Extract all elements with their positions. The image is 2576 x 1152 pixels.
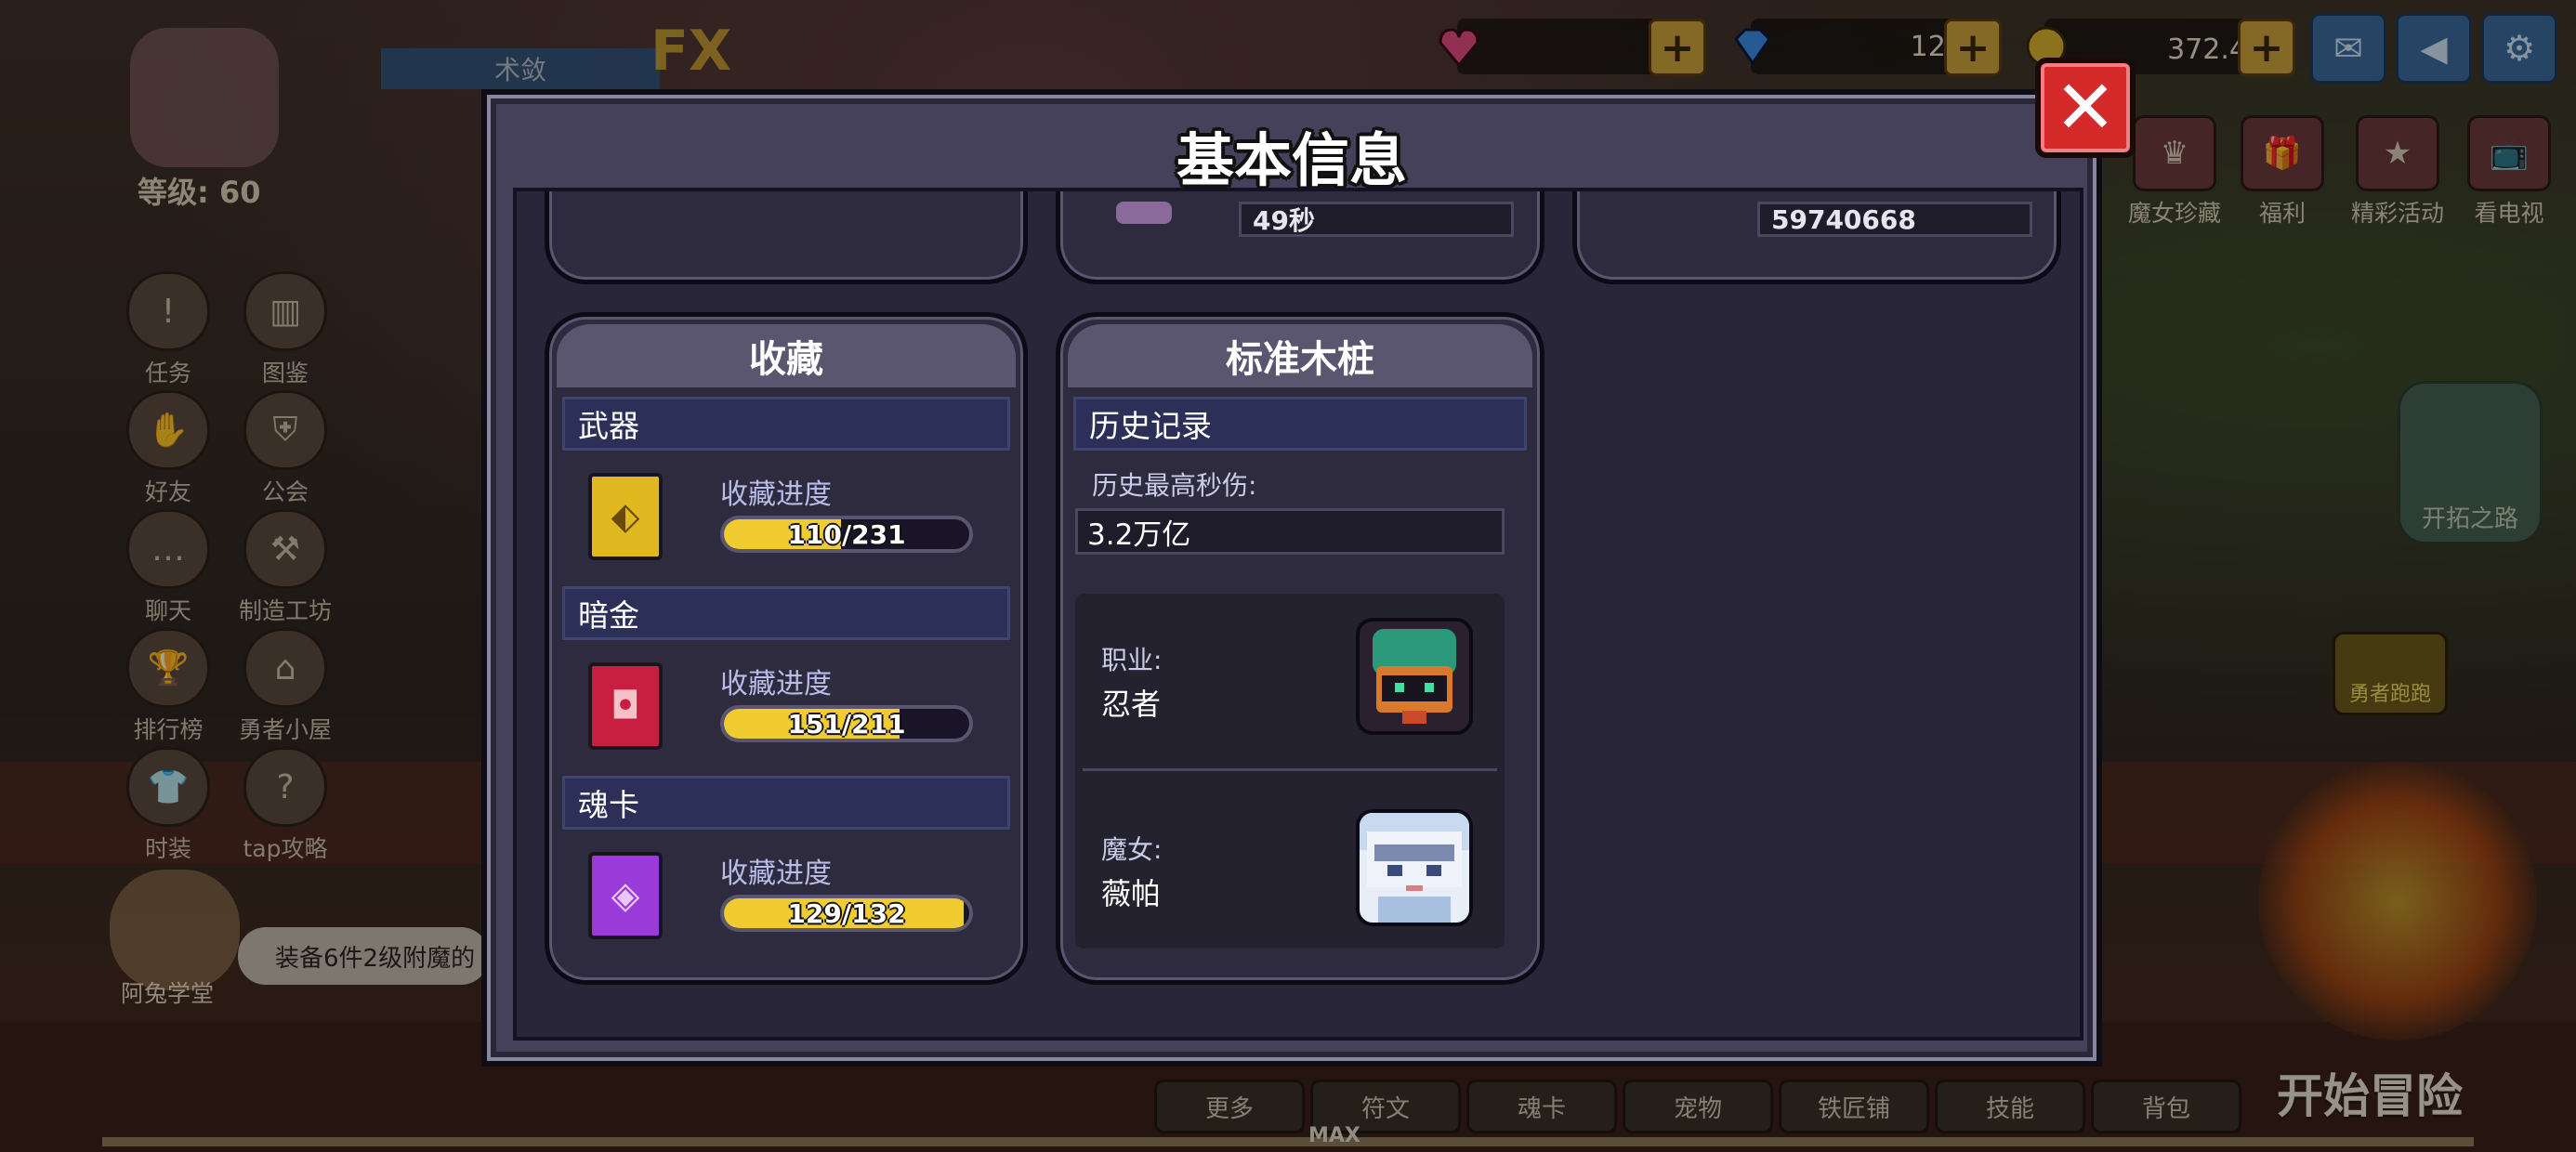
collection-dark-gold-header: 暗金 xyxy=(562,586,1010,640)
dummy-title: 标准木桩 xyxy=(1068,324,1532,387)
collection-soul-card-header: 魂卡 xyxy=(562,776,1010,830)
top-number-value: 59740668 xyxy=(1757,202,2032,237)
weapons-progress-bar: 110/231 xyxy=(720,516,973,553)
ninja-avatar-icon xyxy=(1373,629,1456,724)
class-label: 职业: xyxy=(1101,645,1163,675)
max-dps-value: 3.2万亿 xyxy=(1075,508,1505,555)
soul-card-book-icon: ◈ xyxy=(588,852,663,939)
collection-title: 收藏 xyxy=(557,324,1016,387)
top-card-left xyxy=(545,191,1028,284)
witch-avatar-icon xyxy=(1360,813,1469,923)
modal-content: 49秒 59740668 收藏 武器 ⬖ 收藏进度 110/231 暗金 ◘ 收… xyxy=(513,188,2083,1041)
history-header: 历史记录 xyxy=(1073,397,1527,451)
collection-card: 收藏 武器 ⬖ 收藏进度 110/231 暗金 ◘ 收藏进度 151/211 魂… xyxy=(545,312,1028,985)
character-panel: 职业: 忍者 魔女: 薇帕 xyxy=(1075,594,1505,949)
soul-card-progress-label: 收藏进度 xyxy=(720,857,832,890)
dark-gold-progress-text: 151/211 xyxy=(787,708,906,740)
top-card-right: 59740668 xyxy=(1572,191,2061,284)
soul-card-progress-bar: 129/132 xyxy=(720,895,973,932)
soul-card-progress-text: 129/132 xyxy=(787,897,906,929)
dummy-card: 标准木桩 历史记录 历史最高秒伤: 3.2万亿 职业: 忍者 魔女: 薇帕 xyxy=(1056,312,1544,985)
witch-portrait xyxy=(1356,809,1473,926)
dark-gold-book-icon: ◘ xyxy=(588,662,663,750)
class-value: 忍者 xyxy=(1101,687,1162,722)
weapons-progress-label: 收藏进度 xyxy=(720,478,832,511)
witch-label: 魔女: xyxy=(1101,834,1163,865)
weapon-book-icon: ⬖ xyxy=(588,473,663,560)
top-card-middle-icon xyxy=(1116,202,1172,224)
ninja-portrait xyxy=(1356,618,1473,735)
close-icon[interactable]: ✕ xyxy=(2035,58,2136,158)
modal-title: 基本信息 xyxy=(1176,126,1407,194)
top-time-value: 49秒 xyxy=(1239,202,1514,237)
dark-gold-progress-label: 收藏进度 xyxy=(720,668,832,700)
collection-weapons-header: 武器 xyxy=(562,397,1010,451)
max-dps-label: 历史最高秒伤: xyxy=(1092,470,1257,501)
top-card-middle: 49秒 xyxy=(1056,191,1544,284)
witch-value: 薇帕 xyxy=(1101,876,1162,911)
dark-gold-progress-bar: 151/211 xyxy=(720,705,973,742)
character-divider xyxy=(1083,768,1497,771)
weapons-progress-text: 110/231 xyxy=(787,518,906,550)
